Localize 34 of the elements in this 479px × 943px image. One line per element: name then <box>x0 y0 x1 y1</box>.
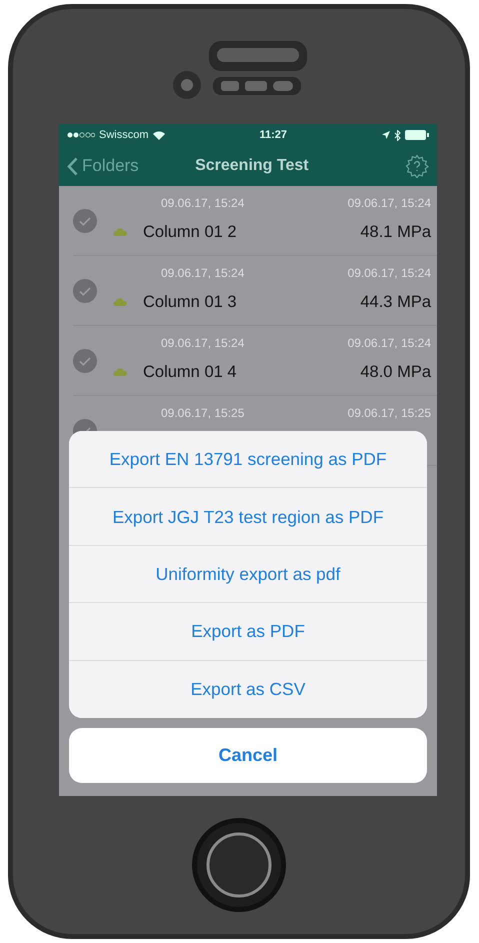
date-text: 09.06.17, 15:25 <box>348 405 431 422</box>
selection-checkmark[interactable] <box>73 348 97 372</box>
row-value: 48.0 MPa <box>360 362 431 383</box>
wifi-icon <box>152 130 165 140</box>
row-name: Column 01 4 <box>143 362 237 383</box>
date-text: 09.06.17, 15:24 <box>161 335 244 352</box>
date-text: 09.06.17, 15:24 <box>348 335 431 352</box>
selection-checkmark[interactable] <box>73 278 97 302</box>
row-value: 44.3 MPa <box>360 292 431 313</box>
selection-checkmark[interactable] <box>73 208 97 232</box>
cloud-icon <box>113 368 127 376</box>
cancel-button[interactable]: Cancel <box>69 728 427 783</box>
back-button[interactable]: Folders <box>67 153 139 179</box>
status-time: 11:27 <box>259 128 288 143</box>
signal-icon <box>67 132 95 138</box>
row-name: Column 01 3 <box>143 292 237 313</box>
date-text: 09.06.17, 15:24 <box>348 265 431 282</box>
back-chevron-icon <box>67 156 78 176</box>
screen-title: Screening Test <box>195 156 309 176</box>
settings-icon[interactable] <box>404 154 429 178</box>
sheet-action[interactable]: Export EN 13791 screening as PDF <box>69 431 427 488</box>
date-text: 09.06.17, 15:25 <box>161 405 244 422</box>
date-text: 09.06.17, 15:24 <box>161 265 244 282</box>
location-icon <box>382 131 390 139</box>
cloud-icon <box>113 228 127 236</box>
bluetooth-icon <box>394 130 401 140</box>
cloud-icon <box>113 298 127 306</box>
date-text: 09.06.17, 15:24 <box>348 195 431 212</box>
carrier-name: Swisscom <box>99 128 149 143</box>
battery-icon <box>404 130 429 140</box>
date-text: 09.06.17, 15:24 <box>161 195 244 212</box>
row-name: Column 01 2 <box>143 222 237 243</box>
row-value: 48.1 MPa <box>360 222 431 243</box>
home-button[interactable] <box>206 832 272 898</box>
